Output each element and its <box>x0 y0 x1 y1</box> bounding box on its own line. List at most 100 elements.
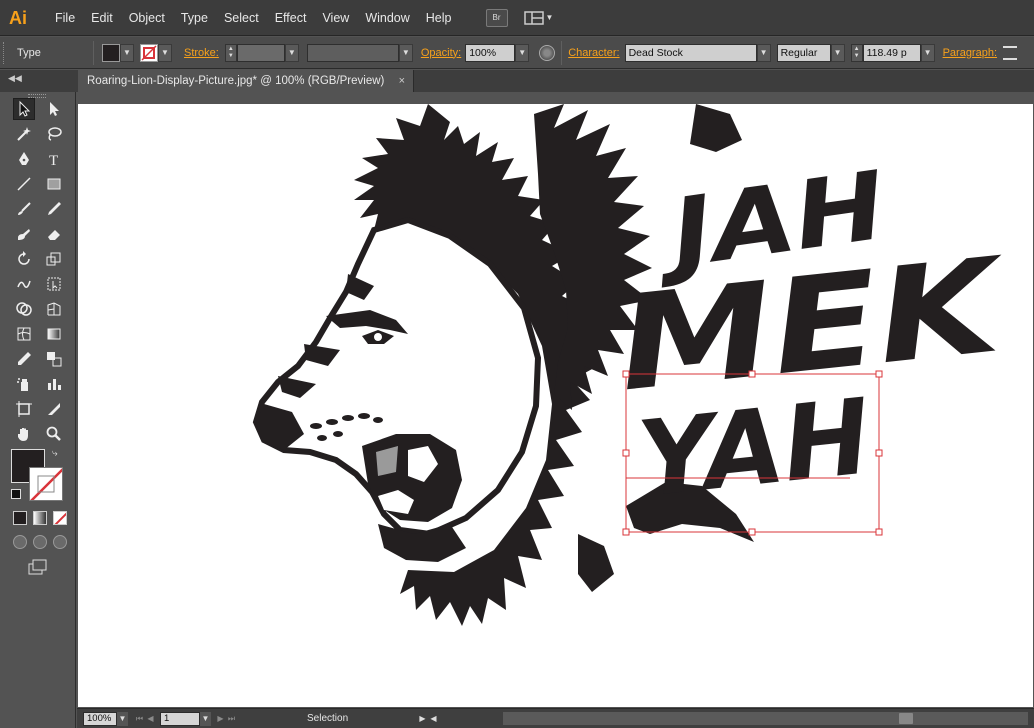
eraser-tool-icon[interactable] <box>43 223 65 245</box>
horizontal-scrollbar[interactable] <box>503 712 1028 725</box>
menu-window[interactable]: Window <box>357 0 417 36</box>
magic-wand-tool-icon[interactable] <box>13 123 35 145</box>
scroll-left-icon[interactable]: ◀ <box>428 712 439 726</box>
rectangle-tool-icon[interactable] <box>43 173 65 195</box>
gradient-tool-icon[interactable] <box>43 323 65 345</box>
menu-file[interactable]: File <box>47 0 83 36</box>
pencil-tool-icon[interactable] <box>43 198 65 220</box>
last-artboard-button[interactable]: ⏭ <box>226 712 237 726</box>
slice-tool-icon[interactable] <box>43 398 65 420</box>
bbox-handle[interactable] <box>748 370 756 378</box>
blob-brush-tool-icon[interactable] <box>13 223 35 245</box>
font-size-dropdown[interactable]: ▼ <box>920 43 935 62</box>
menu-object[interactable]: Object <box>121 0 173 36</box>
fill-dropdown[interactable]: ▼ <box>120 43 134 62</box>
none-mode-button[interactable] <box>53 511 67 525</box>
control-bar-grip[interactable] <box>3 41 11 64</box>
font-size-field[interactable]: 118.49 p <box>862 43 921 62</box>
paragraph-label-link[interactable]: Paragraph: <box>943 47 997 59</box>
draw-normal-button[interactable] <box>13 535 27 549</box>
perspective-grid-tool-icon[interactable] <box>43 298 65 320</box>
menu-effect[interactable]: Effect <box>267 0 315 36</box>
canvas-area[interactable]: JAH MEK YAH <box>77 92 1034 708</box>
first-artboard-button[interactable]: ⏮ <box>134 712 145 726</box>
bbox-handle[interactable] <box>748 528 756 536</box>
menu-view[interactable]: View <box>314 0 357 36</box>
symbol-sprayer-tool-icon[interactable] <box>13 373 35 395</box>
bbox-handle[interactable] <box>875 370 883 378</box>
hand-tool-icon[interactable] <box>13 423 35 445</box>
warp-tool-icon[interactable] <box>13 273 35 295</box>
zoom-tool-icon[interactable] <box>43 423 65 445</box>
rotate-tool-icon[interactable] <box>13 248 35 270</box>
bbox-handle[interactable] <box>875 528 883 536</box>
menu-select[interactable]: Select <box>216 0 267 36</box>
document-tab[interactable]: Roaring-Lion-Display-Picture.jpg* @ 100%… <box>78 70 414 92</box>
paintbrush-tool-icon[interactable] <box>13 198 35 220</box>
recolor-artwork-icon[interactable] <box>539 44 556 61</box>
bbox-handle[interactable] <box>622 370 630 378</box>
font-style-field[interactable]: Regular <box>776 43 831 62</box>
default-fill-stroke-icon[interactable] <box>11 489 21 499</box>
mesh-tool-icon[interactable] <box>13 323 35 345</box>
opacity-field[interactable]: 100% <box>465 43 516 62</box>
blend-tool-icon[interactable] <box>43 348 65 370</box>
variable-width-profile-dropdown[interactable]: ▼ <box>398 43 413 62</box>
color-mode-button[interactable] <box>13 511 27 525</box>
free-transform-tool-icon[interactable] <box>43 273 65 295</box>
bbox-handle[interactable] <box>622 449 630 457</box>
bridge-button[interactable]: Br <box>485 8 508 27</box>
character-label-link[interactable]: Character: <box>568 47 619 59</box>
status-menu-arrow-icon[interactable]: ▶ <box>417 712 428 726</box>
variable-width-profile-field[interactable] <box>306 43 399 62</box>
stroke-swatch[interactable] <box>140 43 158 62</box>
menu-type[interactable]: Type <box>173 0 216 36</box>
direct-selection-tool-icon[interactable] <box>43 98 65 120</box>
lettering-yah[interactable]: YAH <box>633 375 876 521</box>
gradient-mode-button[interactable] <box>33 511 47 525</box>
scale-tool-icon[interactable] <box>43 248 65 270</box>
change-screen-mode-icon[interactable] <box>28 559 48 575</box>
menu-help[interactable]: Help <box>418 0 460 36</box>
pen-tool-icon[interactable] <box>13 148 35 170</box>
stroke-weight-dropdown[interactable]: ▼ <box>284 43 299 62</box>
opacity-label-link[interactable]: Opacity: <box>421 47 461 59</box>
selection-tool-icon[interactable] <box>13 98 35 120</box>
fill-swatch[interactable] <box>102 43 120 62</box>
line-tool-icon[interactable] <box>13 173 35 195</box>
bbox-handle[interactable] <box>875 449 883 457</box>
arrange-documents-button[interactable]: ▼ <box>523 10 553 26</box>
font-family-dropdown[interactable]: ▼ <box>756 43 771 62</box>
lion-artwork[interactable]: JAH MEK YAH <box>78 104 1033 707</box>
stroke-label-link[interactable]: Stroke: <box>184 47 219 59</box>
artboard-dropdown[interactable]: ▼ <box>200 711 211 726</box>
stroke-weight-field[interactable] <box>236 43 285 62</box>
eyedropper-tool-icon[interactable] <box>13 348 35 370</box>
swap-fill-stroke-icon[interactable]: ⤷ <box>52 448 58 459</box>
stroke-weight-stepper[interactable]: ▲ ▼ <box>224 43 237 62</box>
scrollbar-thumb[interactable] <box>899 713 913 724</box>
column-graph-tool-icon[interactable] <box>43 373 65 395</box>
font-style-dropdown[interactable]: ▼ <box>830 43 845 62</box>
font-size-stepper[interactable]: ▲ ▼ <box>850 43 863 62</box>
stroke-color-swatch[interactable] <box>29 467 63 501</box>
collapse-panel-icon[interactable]: ◀◀ <box>8 73 22 84</box>
bbox-handle[interactable] <box>622 528 630 536</box>
artboard[interactable]: JAH MEK YAH <box>78 104 1033 707</box>
font-family-field[interactable]: Dead Stock <box>624 43 757 62</box>
draw-inside-button[interactable] <box>53 535 67 549</box>
align-left-icon[interactable] <box>1003 45 1018 60</box>
close-icon[interactable]: × <box>399 70 405 92</box>
opacity-dropdown[interactable]: ▼ <box>515 43 530 62</box>
next-artboard-button[interactable]: ▶ <box>215 712 226 726</box>
menu-edit[interactable]: Edit <box>83 0 121 36</box>
draw-behind-button[interactable] <box>33 535 47 549</box>
artboard-tool-icon[interactable] <box>13 398 35 420</box>
zoom-dropdown[interactable]: ▼ <box>117 711 128 726</box>
zoom-field[interactable]: 100% <box>83 711 117 726</box>
shape-builder-tool-icon[interactable] <box>13 298 35 320</box>
artboard-number-field[interactable]: 1 <box>160 711 200 726</box>
type-tool-icon[interactable]: T <box>43 148 65 170</box>
stroke-dropdown[interactable]: ▼ <box>158 43 172 62</box>
lasso-tool-icon[interactable] <box>43 123 65 145</box>
